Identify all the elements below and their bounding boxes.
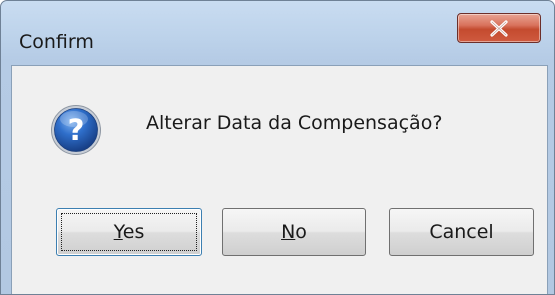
no-mnemonic: N	[281, 221, 296, 243]
yes-label-rest: es	[122, 221, 145, 243]
cancel-button[interactable]: Cancel	[389, 208, 534, 256]
no-button[interactable]: No	[222, 208, 366, 256]
dialog-message: Alterar Data da Compensação?	[146, 112, 443, 134]
yes-mnemonic: Y	[113, 221, 123, 243]
svg-text:?: ?	[68, 113, 85, 147]
title-bar[interactable]: Confirm	[1, 1, 554, 61]
cancel-label: Cancel	[429, 221, 494, 243]
dialog-client-area: ? Alterar Data da Compensação? Yes No Ca…	[11, 65, 548, 294]
close-icon	[490, 20, 508, 37]
yes-button[interactable]: Yes	[56, 208, 202, 256]
no-label-rest: o	[295, 221, 307, 243]
confirm-dialog-window: Confirm ? Alterar Data da Compensação? Y…	[0, 0, 555, 295]
question-icon: ?	[51, 105, 101, 155]
window-title: Confirm	[19, 31, 94, 53]
close-button[interactable]	[457, 13, 541, 43]
